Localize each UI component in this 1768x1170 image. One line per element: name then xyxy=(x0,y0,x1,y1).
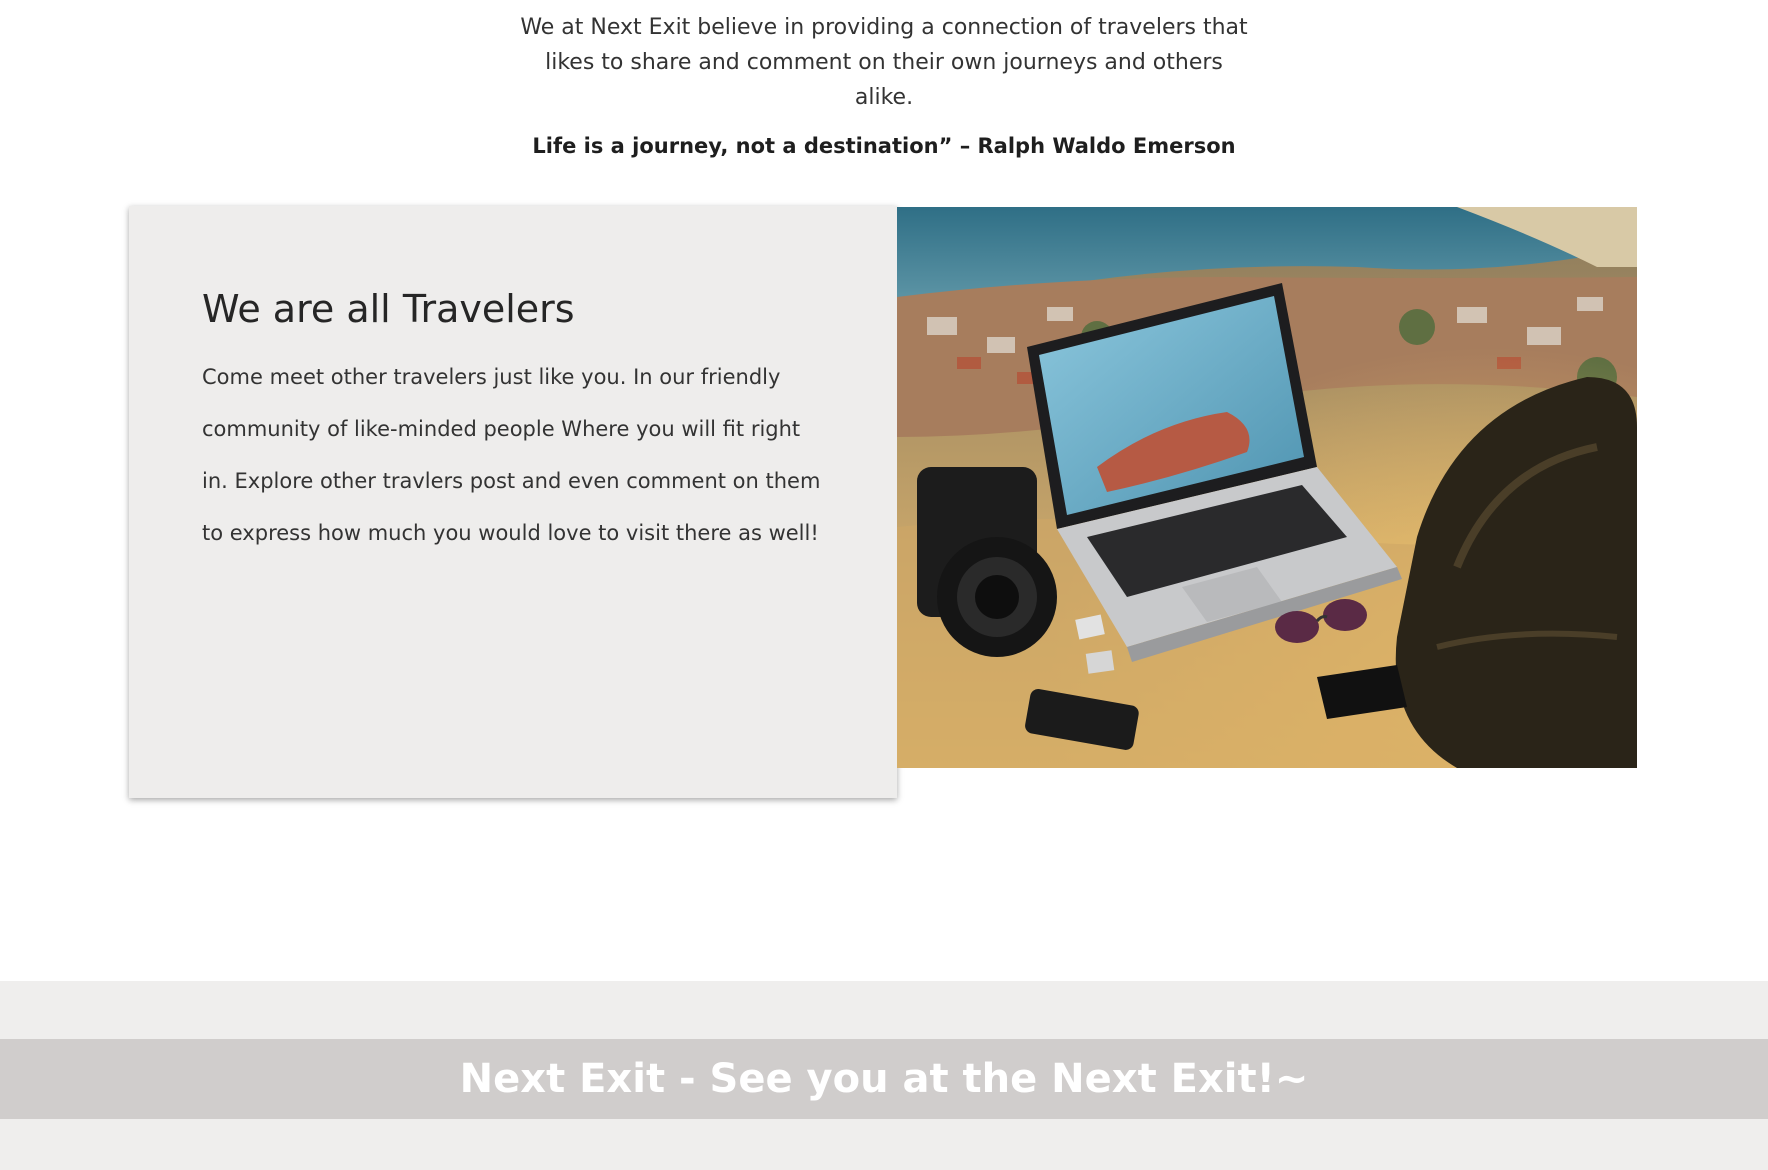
quote: Life is a journey, not a destination” – … xyxy=(532,134,1236,158)
card-body: Come meet other travelers just like you.… xyxy=(202,365,821,545)
intro-line-2: likes to share and comment on their own … xyxy=(545,50,1223,110)
travel-photo xyxy=(897,207,1637,768)
travel-photo-svg xyxy=(897,207,1637,768)
travelers-card: We are all Travelers Come meet other tra… xyxy=(129,206,897,798)
footer-bar: Next Exit - See you at the Next Exit!~ xyxy=(0,1039,1768,1119)
card-title: We are all Travelers xyxy=(202,287,575,331)
intro-text: We at Next Exit believe in providing a c… xyxy=(514,10,1254,115)
footer-text: Next Exit - See you at the Next Exit!~ xyxy=(459,1056,1309,1102)
intro-section: We at Next Exit believe in providing a c… xyxy=(0,10,1768,161)
intro-line-1: We at Next Exit believe in providing a c… xyxy=(520,15,1248,40)
